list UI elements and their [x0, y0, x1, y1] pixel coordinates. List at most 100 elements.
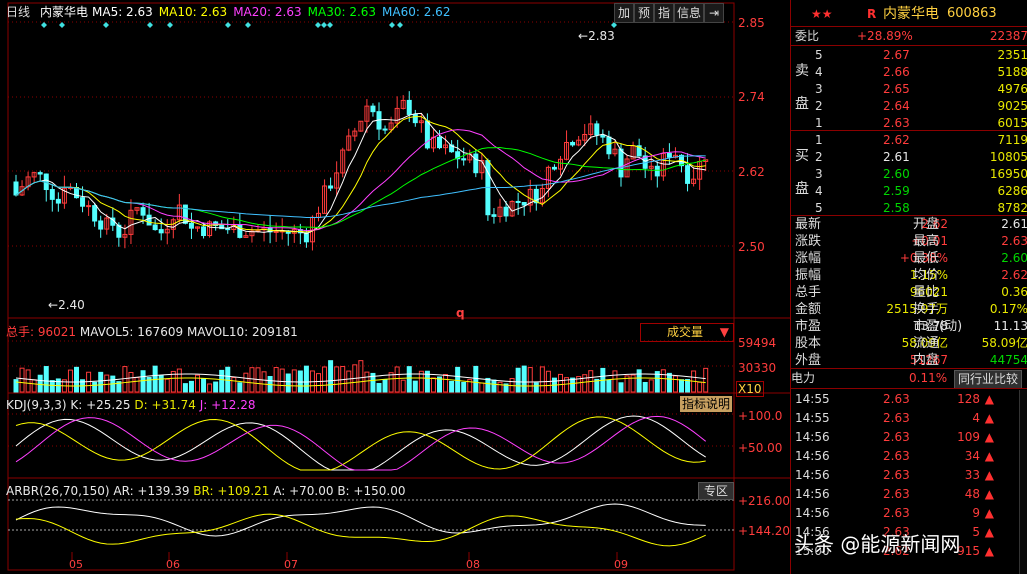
candle-body [461, 158, 467, 161]
tick-row[interactable]: 14:56 2.63 34 ▲ [791, 447, 1027, 466]
volume-bar [461, 381, 467, 393]
volume-bar [158, 375, 164, 393]
volume-bar [140, 370, 146, 393]
ma-legend-item: MA10: 2.63 [158, 5, 228, 19]
volume-bar [49, 380, 55, 393]
signal-marker: q [456, 306, 465, 320]
bid-row[interactable]: 3 2.60 16950 [791, 166, 1027, 183]
compare-industry-button[interactable]: 同行业比较 [954, 370, 1023, 389]
signal-diamond [245, 22, 251, 28]
volume-bar [74, 366, 79, 393]
panel-header: ★★ R 内蒙华电 600863 [791, 4, 1027, 24]
volume-bar [134, 377, 140, 393]
volume-bar [388, 372, 394, 393]
expand-icon[interactable]: ⇥ [704, 3, 724, 23]
volume-bar [213, 381, 219, 393]
volume-bar [685, 379, 691, 393]
volume-bar [303, 365, 309, 393]
bid-row[interactable]: 2 2.61 10805 [791, 149, 1027, 166]
volume-tick: 30330 [738, 361, 777, 375]
candle-body [412, 113, 418, 124]
candle-body [55, 198, 61, 204]
candle-body [515, 200, 521, 203]
ask-row[interactable]: 2 2.64 9025 [791, 98, 1027, 115]
ask-row[interactable]: 3 2.65 4976 [791, 81, 1027, 98]
volume-bar [636, 369, 642, 393]
candle-body [146, 214, 152, 226]
arbr-legend: ARBR(26,70,150) AR: +139.39 BR: +109.21 … [6, 484, 406, 498]
zone-button[interactable]: 专区 [698, 482, 734, 500]
candle-body [551, 166, 557, 170]
star-icon[interactable]: ★★ [811, 4, 833, 24]
candle-body [328, 185, 334, 189]
volume-legend: 总手: 96021 MAVOL5: 167609 MAVOL10: 209181 [6, 325, 298, 339]
stat-row: 金额 2515.97万 换手 0.17% [795, 302, 1027, 317]
info-button[interactable]: 信息 [674, 3, 704, 23]
stat-row: 市盈 13.78 市盈(动) 11.13 [795, 319, 1027, 334]
panel-stock-code: 600863 [947, 6, 997, 21]
volume-bar [182, 383, 188, 393]
stat-row: 外盘 51267 内盘 44754 [795, 353, 1027, 368]
volume-bar [261, 371, 267, 393]
volume-bar [570, 377, 576, 393]
volume-bar [666, 372, 672, 393]
bid-row[interactable]: 4 2.59 6286 [791, 183, 1027, 200]
volume-bar [406, 366, 412, 393]
volume-bar [382, 379, 388, 393]
scrollbar[interactable] [1019, 390, 1027, 574]
kdj-line [15, 415, 707, 471]
volume-bar [104, 374, 110, 393]
ma-legend-item: MA60: 2.62 [382, 5, 451, 19]
volume-bar [201, 378, 207, 393]
ask-row[interactable]: 5 2.67 2351 [791, 47, 1027, 64]
volume-bar [19, 367, 25, 393]
candle-body [49, 189, 55, 200]
volume-bar [92, 381, 98, 393]
volume-bar [316, 373, 321, 393]
tick-row[interactable]: 14:56 2.63 9 ▲ [791, 504, 1027, 523]
buy-label: 盘 [795, 181, 809, 197]
bid-row[interactable]: 1 2.62 7119 [791, 132, 1027, 149]
forecast-button[interactable]: 预 [634, 3, 654, 23]
arbr-tick: +144.20 [738, 524, 791, 538]
kdj-line [15, 416, 706, 471]
volume-bar [672, 375, 678, 393]
tick-row[interactable]: 14:56 2.63 48 ▲ [791, 485, 1027, 504]
volume-bar [394, 366, 400, 393]
kline-chart-area[interactable]: 日线 内蒙华电 MA5: 2.63 MA10: 2.63 MA20: 2.63 MA3… [0, 0, 790, 574]
volume-bar [660, 369, 666, 393]
arrow-up-icon: ▲ [984, 449, 994, 463]
signal-diamond [59, 22, 65, 28]
volume-bar [630, 374, 636, 393]
volume-bar [176, 368, 182, 393]
stat-row: 振幅 1.15% 均价 2.62 [795, 268, 1027, 283]
sell-label: 卖 [795, 63, 809, 79]
volume-bar [207, 383, 213, 393]
candle-body [370, 105, 376, 113]
tick-row[interactable]: 14:56 2.63 33 ▲ [791, 466, 1027, 485]
arrow-up-icon: ▲ [984, 468, 994, 482]
kdj-line [15, 415, 706, 471]
indicator-button[interactable]: 指 [654, 3, 674, 23]
arbr-tick: +216.00 [738, 494, 791, 508]
volume-indicator-dropdown[interactable]: 成交量 ▼ [640, 323, 734, 342]
volume-bar [219, 369, 225, 393]
ask-row[interactable]: 4 2.66 5188 [791, 64, 1027, 81]
candle-body [237, 224, 243, 238]
tick-row[interactable]: 14:55 2.63 4 ▲ [791, 409, 1027, 428]
volume-bar [188, 380, 194, 393]
candle-body [273, 230, 279, 233]
candle-body [521, 201, 527, 206]
volume-bar [279, 368, 285, 393]
stat-row: 涨幅 +0.38% 最低 2.60 [795, 251, 1027, 266]
candle-body [666, 152, 672, 158]
add-button[interactable]: 加 [614, 3, 634, 23]
arrow-up-icon: ▲ [984, 411, 994, 425]
volume-bar [679, 379, 684, 393]
indicator-help-button[interactable]: 指标说明 [680, 396, 732, 412]
ma-line [15, 129, 706, 232]
signal-diamond [147, 22, 153, 28]
tick-row[interactable]: 14:56 2.63 109 ▲ [791, 428, 1027, 447]
ma-legend-item: MA5: 2.63 [92, 5, 153, 19]
tick-row[interactable]: 14:55 2.63 128 ▲ [791, 390, 1027, 409]
